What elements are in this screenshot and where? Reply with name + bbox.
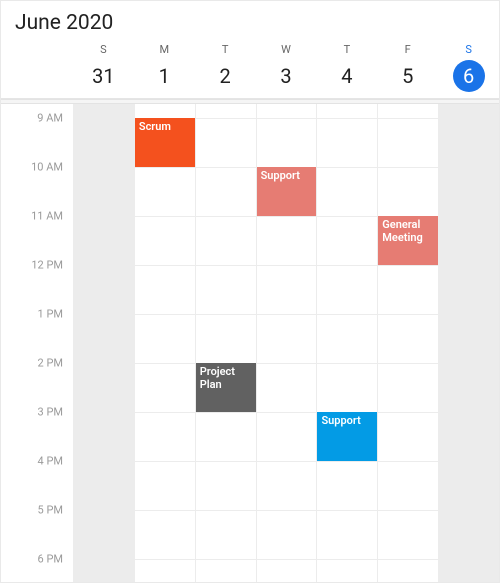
day-column[interactable]: General Meeting bbox=[377, 104, 438, 582]
calendar-week-view: June 2020 S31M1T2W3T4F5S6 9 AM10 AM11 AM… bbox=[0, 0, 500, 583]
day-name-label: S bbox=[438, 43, 499, 56]
day-date-label: 2 bbox=[209, 60, 241, 92]
event-title: Project Plan bbox=[200, 365, 235, 391]
day-header[interactable]: M1 bbox=[134, 43, 195, 92]
day-name-label: S bbox=[73, 43, 134, 56]
day-column[interactable]: Project Plan bbox=[195, 104, 256, 582]
time-label: 11 AM bbox=[27, 210, 63, 223]
day-column[interactable]: Support bbox=[256, 104, 317, 582]
event-title: Support bbox=[321, 414, 360, 427]
calendar-title: June 2020 bbox=[1, 1, 499, 43]
calendar-event[interactable]: General Meeting bbox=[378, 216, 438, 265]
day-columns: Scrum Project Plan Support Support General M… bbox=[73, 104, 499, 582]
time-label: 5 PM bbox=[34, 504, 63, 517]
day-name-label: M bbox=[134, 43, 195, 56]
day-name-label: W bbox=[256, 43, 317, 56]
time-label: 4 PM bbox=[34, 455, 63, 468]
event-title: Support bbox=[261, 169, 300, 182]
day-header[interactable]: W3 bbox=[256, 43, 317, 92]
time-gutter-spacer bbox=[1, 43, 73, 92]
day-header[interactable]: F5 bbox=[377, 43, 438, 92]
day-date-label: 4 bbox=[331, 60, 363, 92]
time-label: 1 PM bbox=[34, 308, 63, 321]
day-column[interactable]: Support bbox=[316, 104, 377, 582]
day-name-label: T bbox=[195, 43, 256, 56]
day-header[interactable]: T2 bbox=[195, 43, 256, 92]
day-column[interactable] bbox=[73, 104, 134, 582]
day-name-label: T bbox=[316, 43, 377, 56]
event-title: General Meeting bbox=[382, 218, 422, 244]
day-column[interactable]: Scrum bbox=[134, 104, 195, 582]
day-date-label: 5 bbox=[392, 60, 424, 92]
time-label: 6 PM bbox=[34, 553, 63, 566]
day-date-label: 3 bbox=[270, 60, 302, 92]
calendar-event[interactable]: Project Plan bbox=[196, 363, 256, 412]
time-label: 12 PM bbox=[27, 259, 63, 272]
day-name-label: F bbox=[377, 43, 438, 56]
calendar-grid[interactable]: 9 AM 10 AM 11 AM 12 PM 1 PM 2 PM 3 PM 4 PM 5 PM 6… bbox=[1, 104, 499, 582]
day-date-label: 1 bbox=[148, 60, 180, 92]
calendar-event[interactable]: Scrum bbox=[135, 118, 195, 167]
day-date-label: 6 bbox=[453, 60, 485, 92]
day-header[interactable]: T4 bbox=[316, 43, 377, 92]
calendar-header-row: S31M1T2W3T4F5S6 bbox=[1, 43, 499, 99]
day-date-label: 31 bbox=[87, 60, 119, 92]
time-label: 10 AM bbox=[27, 161, 63, 174]
day-header[interactable]: S 31 bbox=[73, 43, 134, 92]
calendar-event[interactable]: Support bbox=[317, 412, 377, 461]
time-label: 9 AM bbox=[33, 112, 63, 125]
calendar-event[interactable]: Support bbox=[257, 167, 317, 216]
time-label: 3 PM bbox=[34, 406, 63, 419]
day-column[interactable] bbox=[438, 104, 499, 582]
day-header[interactable]: S6 bbox=[438, 43, 499, 92]
time-label: 2 PM bbox=[34, 357, 63, 370]
event-title: Scrum bbox=[139, 120, 171, 133]
time-gutter: 9 AM 10 AM 11 AM 12 PM 1 PM 2 PM 3 PM 4 PM 5 PM 6… bbox=[1, 104, 73, 582]
